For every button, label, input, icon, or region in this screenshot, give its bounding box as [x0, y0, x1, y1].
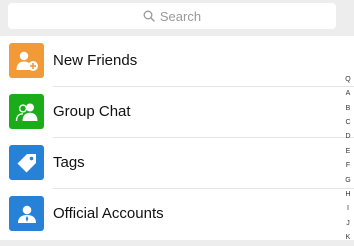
- list-item-tags[interactable]: Tags: [0, 138, 354, 189]
- index-letter[interactable]: A: [346, 90, 351, 98]
- list-item-label: Official Accounts: [53, 205, 164, 222]
- list-item-label: Tags: [53, 154, 85, 171]
- alphabet-index[interactable]: Q A B C D E F G H I J K: [342, 76, 354, 242]
- index-letter[interactable]: G: [345, 177, 350, 185]
- index-letter[interactable]: F: [346, 162, 350, 170]
- index-letter[interactable]: B: [346, 105, 351, 113]
- index-letter[interactable]: Q: [345, 76, 350, 84]
- search-bar: Search: [0, 0, 354, 38]
- list-item-official-accounts[interactable]: Official Accounts: [0, 189, 354, 240]
- list-item-label: New Friends: [53, 52, 138, 69]
- search-placeholder: Search: [159, 8, 202, 24]
- index-letter[interactable]: H: [345, 191, 350, 199]
- index-letter[interactable]: D: [345, 133, 350, 141]
- index-letter[interactable]: E: [346, 148, 351, 156]
- bottom-strip: [0, 240, 354, 246]
- contacts-screen: Search New Friends Group Chat Tags Offic…: [0, 0, 354, 246]
- official-account-icon: [9, 196, 44, 231]
- list-item-new-friends[interactable]: New Friends: [0, 36, 354, 87]
- list-item-group-chat[interactable]: Group Chat: [0, 87, 354, 138]
- add-friend-icon: [9, 43, 44, 78]
- index-letter[interactable]: C: [345, 119, 350, 127]
- tag-icon: [9, 145, 44, 180]
- search-icon: [143, 10, 155, 22]
- index-letter[interactable]: J: [346, 220, 350, 228]
- group-icon: [9, 94, 44, 129]
- contacts-list: New Friends Group Chat Tags Official Acc…: [0, 36, 354, 246]
- index-letter[interactable]: I: [347, 205, 349, 213]
- list-item-label: Group Chat: [53, 103, 131, 120]
- search-input[interactable]: Search: [8, 3, 336, 29]
